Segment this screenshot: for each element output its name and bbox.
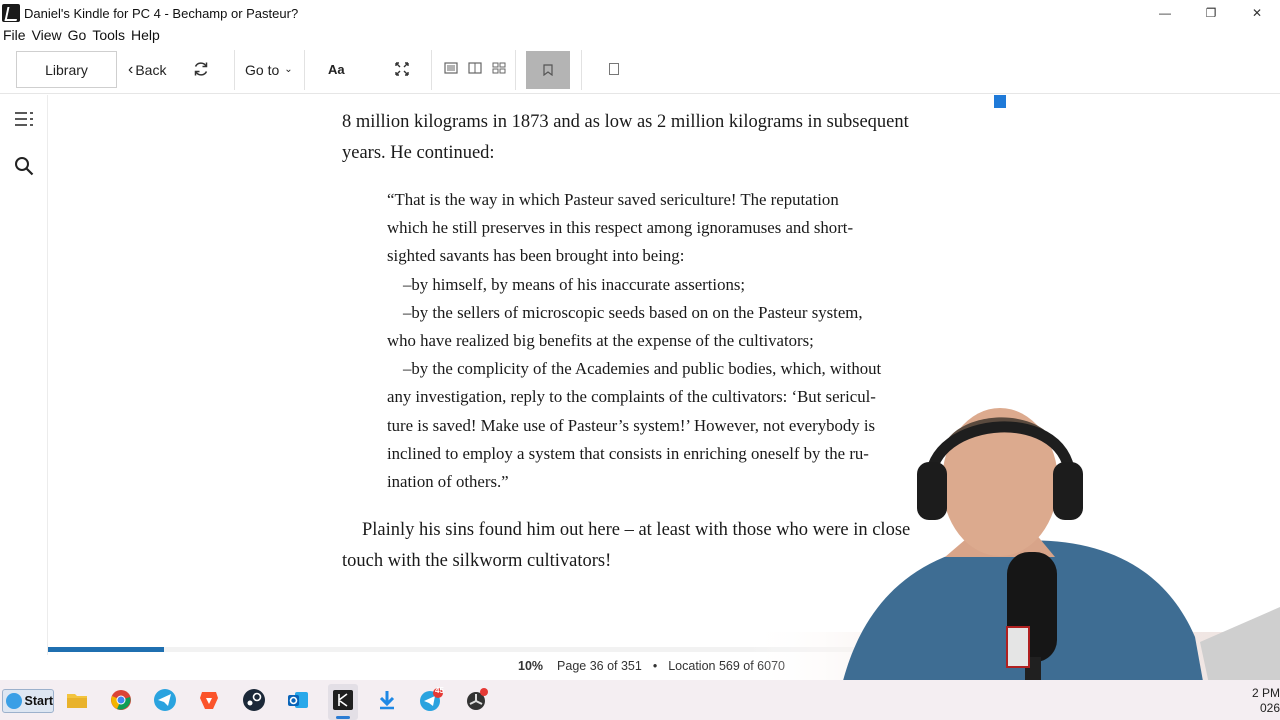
chrome-icon[interactable] — [109, 688, 133, 712]
reading-progress-fill — [48, 647, 164, 652]
grid-view-icon[interactable] — [492, 62, 506, 74]
menu-file[interactable]: File — [3, 26, 26, 44]
text-line: years. He continued: — [342, 142, 495, 163]
page-indicator: Page 36 of 351 — [557, 659, 642, 673]
steam-icon[interactable] — [242, 688, 266, 712]
back-label: Back — [135, 61, 167, 78]
toolbar-divider — [431, 50, 432, 90]
quote-line: “That is the way in which Pasteur saved … — [387, 190, 839, 209]
quote-line: who have realized big benefits at the ex… — [387, 331, 814, 351]
active-app-indicator — [336, 716, 350, 719]
notes-icon[interactable] — [608, 62, 620, 76]
file-explorer-icon[interactable] — [65, 688, 89, 712]
quote-line: –by the complicity of the Academies and … — [403, 359, 882, 379]
taskbar — [0, 680, 1280, 720]
quote-line: –by the sellers of microscopic seeds bas… — [403, 302, 863, 322]
start-button[interactable]: Start — [2, 689, 54, 713]
kindle-window: Daniel's Kindle for PC 4 - Bechamp or Pa… — [0, 0, 1280, 720]
fullscreen-icon[interactable] — [394, 61, 410, 77]
kindle-icon[interactable] — [331, 688, 355, 712]
page-bookmark-marker[interactable] — [994, 95, 1006, 108]
window-title: Daniel's Kindle for PC 4 - Bechamp or Pa… — [24, 5, 299, 21]
toolbar-divider — [304, 50, 305, 90]
left-rail — [0, 95, 48, 655]
brave-icon[interactable] — [197, 688, 221, 712]
menu-help[interactable]: Help — [131, 26, 160, 44]
bookmark-icon — [543, 64, 553, 76]
sync-icon[interactable] — [192, 60, 210, 78]
toolbar-divider — [515, 50, 516, 90]
headphones-right-cup — [1053, 462, 1083, 520]
restore-button[interactable]: ❐ — [1188, 0, 1234, 26]
system-clock[interactable]: 2 PM 026 — [1232, 686, 1280, 716]
window-controls: — ❐ ✕ — [1142, 0, 1280, 26]
quote-line: –by himself, by means of his inaccurate … — [403, 274, 746, 294]
menu-go[interactable]: Go — [68, 26, 87, 44]
menu-bar: File View Go Tools Help — [0, 26, 166, 44]
paragraph: 8 million kilograms in 1873 and as low a… — [342, 107, 972, 168]
reader-toolbar: Library ‹ Back Go to ⌄ Aa — [0, 46, 1280, 94]
menu-view[interactable]: View — [32, 26, 62, 44]
unknown-app-icon[interactable] — [464, 688, 488, 712]
single-column-icon[interactable] — [444, 62, 458, 74]
clock-date: 026 — [1259, 701, 1280, 715]
progress-percent: 10% — [518, 659, 544, 673]
library-button[interactable]: Library — [16, 51, 117, 88]
microphone-badge — [1006, 626, 1030, 668]
status-separator: • — [652, 659, 658, 673]
start-orb-icon — [6, 693, 22, 709]
minimize-button[interactable]: — — [1142, 0, 1188, 26]
close-button[interactable]: ✕ — [1234, 0, 1280, 26]
menu-tools[interactable]: Tools — [92, 26, 125, 44]
toolbar-divider — [581, 50, 582, 90]
back-button[interactable]: ‹ Back — [128, 51, 166, 88]
app-kindle-icon — [2, 4, 20, 22]
quote-line: which he still preserves in this respect… — [387, 218, 854, 238]
table-of-contents-icon[interactable] — [14, 110, 34, 128]
title-bar: Daniel's Kindle for PC 4 - Bechamp or Pa… — [0, 0, 1280, 26]
clock-time: 2 PM — [1251, 686, 1280, 700]
search-icon[interactable] — [14, 156, 34, 176]
headphones-left-cup — [917, 462, 947, 520]
webcam-overlay — [745, 408, 1280, 720]
text-line: 8 million kilograms in 1873 and as low a… — [342, 112, 909, 132]
quote-line: sighted savants has been brought into be… — [387, 246, 685, 266]
telegram-icon[interactable] — [153, 688, 177, 712]
download-icon[interactable] — [375, 688, 399, 712]
start-label: Start — [24, 694, 53, 708]
goto-dropdown[interactable]: Go to ⌄ — [245, 51, 293, 88]
toolbar-divider — [234, 50, 235, 90]
two-column-icon[interactable] — [468, 62, 482, 74]
chevron-left-icon: ‹ — [128, 60, 134, 78]
chevron-down-icon: ⌄ — [284, 64, 293, 75]
telegram-badge-count: 45 — [435, 686, 444, 695]
bookmark-button[interactable] — [526, 51, 570, 89]
goto-label: Go to — [245, 61, 280, 78]
font-settings-button[interactable]: Aa — [328, 51, 345, 88]
outlook-icon[interactable] — [286, 688, 310, 712]
